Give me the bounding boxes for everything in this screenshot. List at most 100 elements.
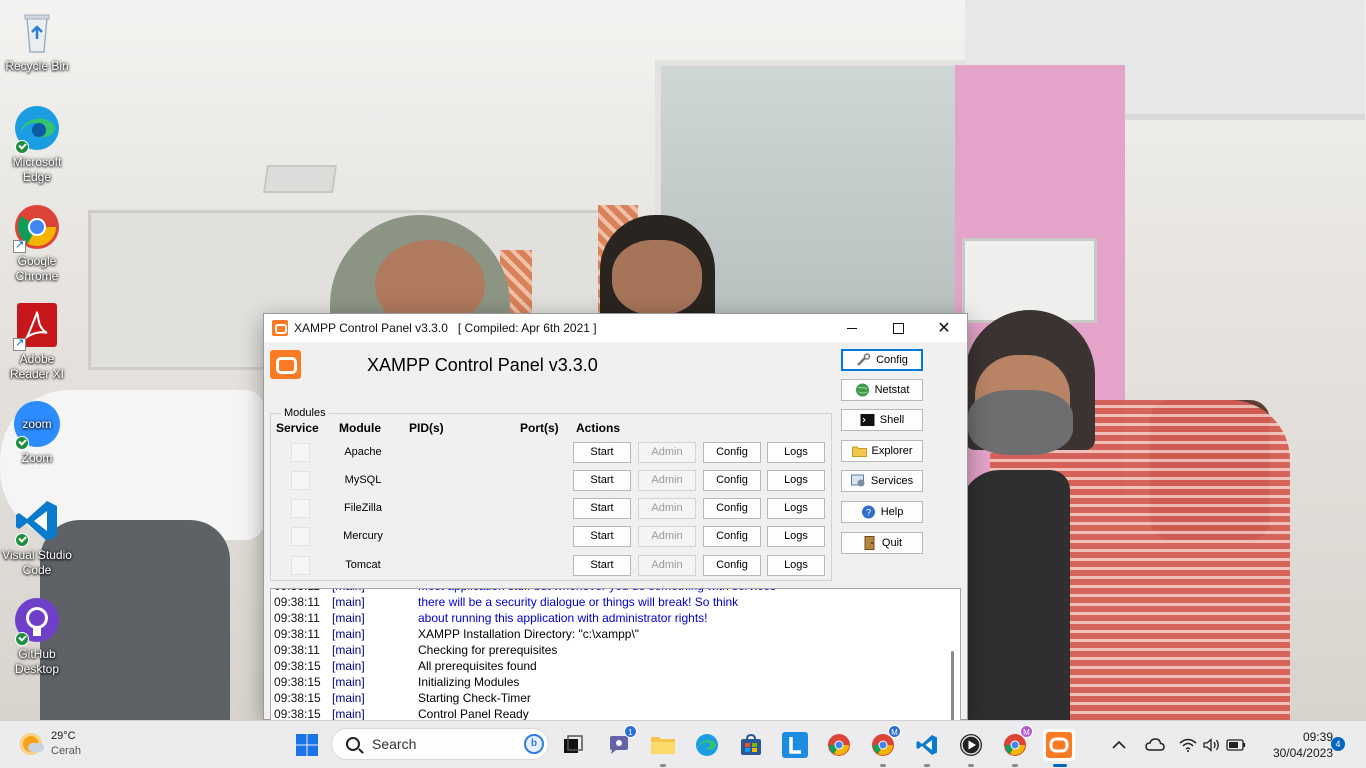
- taskbar-task-view[interactable]: [557, 729, 589, 761]
- service-checkbox[interactable]: [291, 527, 310, 546]
- control-panel-body: XAMPP Control Panel v3.3.0 Modules Servi…: [264, 342, 967, 741]
- start-button[interactable]: Start: [573, 442, 631, 463]
- logs-button[interactable]: Logs: [767, 470, 825, 491]
- shell-button[interactable]: Shell: [841, 409, 923, 431]
- desktop-icon-vscode[interactable]: Visual Studio Code: [0, 497, 74, 578]
- notification-count-badge[interactable]: 4: [1331, 737, 1345, 751]
- netstat-button[interactable]: Netstat: [841, 379, 923, 401]
- tray-overflow-button[interactable]: [1107, 729, 1131, 761]
- media-player-icon: [960, 734, 982, 756]
- module-name: MySQL: [344, 474, 382, 486]
- taskbar-clock[interactable]: 09:39 30/04/2023: [1253, 729, 1333, 761]
- svg-text:zoom: zoom: [22, 417, 51, 431]
- log-message: Starting Check-Timer: [418, 691, 531, 705]
- search-icon: [346, 737, 360, 751]
- taskbar-search-box[interactable]: Search b: [331, 728, 549, 760]
- minimize-button[interactable]: [829, 314, 875, 342]
- explorer-label: Explorer: [871, 445, 913, 457]
- taskbar-chrome-profile-2[interactable]: M: [999, 725, 1033, 767]
- close-button[interactable]: ✕: [921, 314, 967, 342]
- taskbar-vscode[interactable]: [911, 729, 943, 767]
- taskbar-chrome[interactable]: [823, 729, 855, 761]
- desktop-icon-label: Recycle Bin: [5, 59, 69, 73]
- weather-widget[interactable]: 29°C Cerah: [20, 729, 81, 759]
- module-row-mysql: MySQL Start Admin Config Logs: [270, 469, 832, 493]
- global-config-button[interactable]: Config: [841, 349, 923, 371]
- start-button[interactable]: [291, 729, 323, 761]
- title-bar[interactable]: XAMPP Control Panel v3.3.0 [ Compiled: A…: [264, 314, 967, 342]
- speaker-icon: [1203, 738, 1219, 752]
- module-row-apache: Apache Start Admin Config Logs: [270, 441, 832, 465]
- weather-description: Cerah: [51, 745, 81, 757]
- desktop-icon-edge[interactable]: Microsoft Edge: [0, 104, 74, 185]
- task-view-icon: [564, 735, 583, 753]
- zoom-icon: zoom: [13, 400, 61, 450]
- config-label: Config: [876, 354, 908, 366]
- log-module: [main]: [332, 659, 365, 673]
- service-checkbox[interactable]: [291, 443, 310, 462]
- services-icon: [850, 474, 866, 488]
- module-name: Mercury: [343, 530, 383, 542]
- start-button[interactable]: Start: [573, 555, 631, 576]
- tray-onedrive[interactable]: [1142, 729, 1168, 761]
- clock-time: 09:39: [1302, 730, 1333, 744]
- log-console[interactable]: 09:38:11[main]Most application stuff but…: [270, 588, 961, 741]
- maximize-button[interactable]: [875, 314, 921, 342]
- start-button[interactable]: Start: [573, 470, 631, 491]
- column-header-actions: Actions: [576, 421, 621, 435]
- services-button[interactable]: Services: [841, 470, 923, 492]
- folder-icon: [851, 444, 867, 458]
- panel-heading: XAMPP Control Panel v3.3.0: [367, 355, 598, 375]
- explorer-button[interactable]: Explorer: [841, 440, 923, 462]
- service-checkbox[interactable]: [291, 499, 310, 518]
- desktop-icon-github-desktop[interactable]: GitHub Desktop: [0, 596, 74, 677]
- config-button[interactable]: Config: [703, 442, 761, 463]
- logs-button[interactable]: Logs: [767, 526, 825, 547]
- desktop-icon-chrome[interactable]: Google Chrome: [0, 203, 74, 284]
- start-button[interactable]: Start: [573, 526, 631, 547]
- log-lines: 09:38:11[main]Most application stuff but…: [274, 589, 942, 722]
- bing-icon[interactable]: b: [524, 734, 544, 754]
- config-button[interactable]: Config: [703, 555, 761, 576]
- desktop-icon-recycle-bin[interactable]: Recycle Bin: [0, 8, 74, 74]
- log-message: All prerequisites found: [418, 659, 537, 673]
- taskbar-edge[interactable]: [691, 729, 723, 761]
- help-button[interactable]: ? Help: [841, 501, 923, 523]
- tray-wifi[interactable]: [1175, 729, 1201, 761]
- taskbar-xampp[interactable]: [1043, 729, 1075, 767]
- help-label: Help: [880, 506, 904, 518]
- column-header-module: Module: [339, 421, 381, 435]
- log-time: 09:38:15: [274, 675, 321, 689]
- config-button[interactable]: Config: [703, 498, 761, 519]
- taskbar-file-explorer[interactable]: [647, 729, 679, 767]
- desktop-icon-adobe-reader[interactable]: Adobe Reader XI: [0, 301, 74, 382]
- desktop-icon-zoom[interactable]: zoom Zoom: [0, 400, 74, 466]
- chrome-icon: [13, 203, 61, 253]
- log-line: 09:38:11 [main] about running this applica…: [274, 610, 942, 626]
- service-checkbox[interactable]: [291, 556, 310, 575]
- admin-button: Admin: [638, 442, 696, 463]
- quit-button[interactable]: Quit: [841, 532, 923, 554]
- wrench-icon: [856, 353, 871, 367]
- tray-volume[interactable]: [1199, 729, 1225, 761]
- search-placeholder: Search: [372, 736, 417, 752]
- taskbar-microsoft-store[interactable]: [735, 729, 767, 761]
- log-module: [main]: [332, 595, 365, 609]
- chevron-up-icon: [1112, 740, 1126, 749]
- log-time: 09:38:11: [274, 595, 320, 609]
- logs-button[interactable]: Logs: [767, 498, 825, 519]
- config-button[interactable]: Config: [703, 526, 761, 547]
- service-checkbox[interactable]: [291, 471, 310, 490]
- logs-button[interactable]: Logs: [767, 442, 825, 463]
- log-scrollbar[interactable]: [951, 651, 954, 729]
- logs-button[interactable]: Logs: [767, 555, 825, 576]
- admin-button: Admin: [638, 498, 696, 519]
- taskbar-l-app[interactable]: [779, 729, 811, 761]
- config-button[interactable]: Config: [703, 470, 761, 491]
- taskbar-media-player[interactable]: [955, 729, 987, 767]
- taskbar-teams-chat[interactable]: 1: [603, 725, 637, 761]
- start-button[interactable]: Start: [573, 498, 631, 519]
- door-icon: [862, 536, 877, 550]
- taskbar-chrome-profile[interactable]: M: [867, 725, 901, 767]
- tray-battery[interactable]: [1223, 729, 1249, 761]
